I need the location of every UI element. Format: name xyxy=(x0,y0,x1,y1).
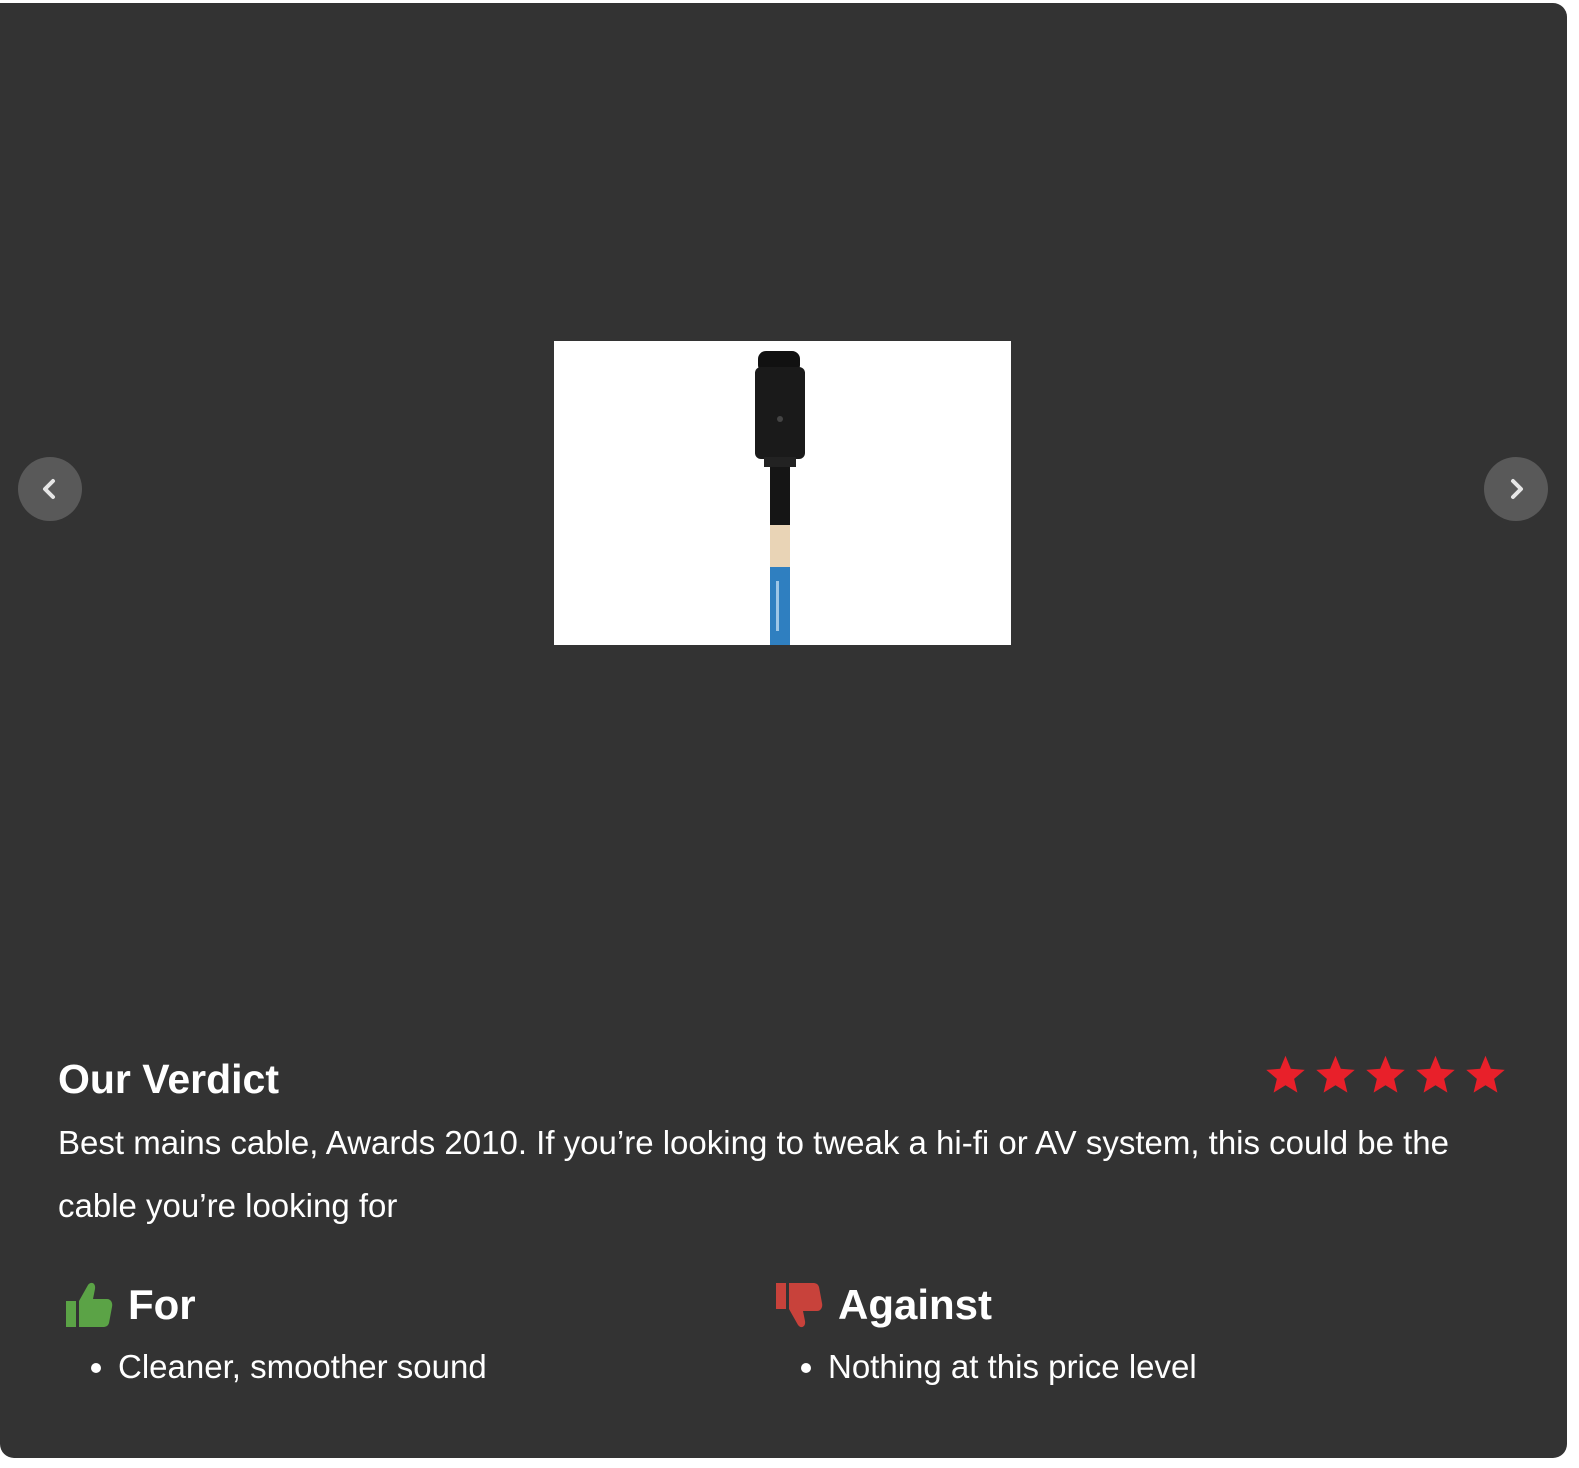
cons-item: Nothing at this price level xyxy=(828,1343,1197,1391)
cons-title: Against xyxy=(838,1281,993,1328)
pros-item: Cleaner, smoother sound xyxy=(118,1343,487,1391)
chevron-right-icon xyxy=(1511,479,1523,499)
star-icon xyxy=(1366,1055,1405,1093)
star-icon xyxy=(1266,1055,1305,1093)
chevron-left-icon xyxy=(43,479,55,499)
star-icon xyxy=(1316,1055,1355,1093)
pros-header: For xyxy=(64,1275,487,1335)
product-image xyxy=(554,341,1011,645)
verdict-text: Best mains cable, Awards 2010. If you’re… xyxy=(58,1124,1449,1224)
thumbs-down-icon xyxy=(776,1283,823,1328)
image-gallery xyxy=(0,3,1567,993)
star-icon xyxy=(1466,1055,1505,1093)
previous-image-button[interactable] xyxy=(18,457,82,521)
star-rating xyxy=(1262,1053,1509,1097)
cons-section: Against Nothing at this price level xyxy=(774,1275,1197,1391)
verdict-title: Our Verdict xyxy=(58,1056,280,1102)
pros-section: For Cleaner, smoother sound xyxy=(64,1275,487,1391)
star-icon xyxy=(1416,1055,1455,1093)
review-card: Our Verdict Best mains cable, Awards 201… xyxy=(0,3,1567,1458)
thumbs-up-icon xyxy=(66,1282,113,1327)
cons-header: Against xyxy=(774,1275,1197,1335)
cons-list: Nothing at this price level xyxy=(774,1343,1197,1391)
pros-list: Cleaner, smoother sound xyxy=(64,1343,487,1391)
mains-cable-picture xyxy=(755,351,805,645)
pros-title: For xyxy=(128,1281,196,1328)
next-image-button[interactable] xyxy=(1484,457,1548,521)
